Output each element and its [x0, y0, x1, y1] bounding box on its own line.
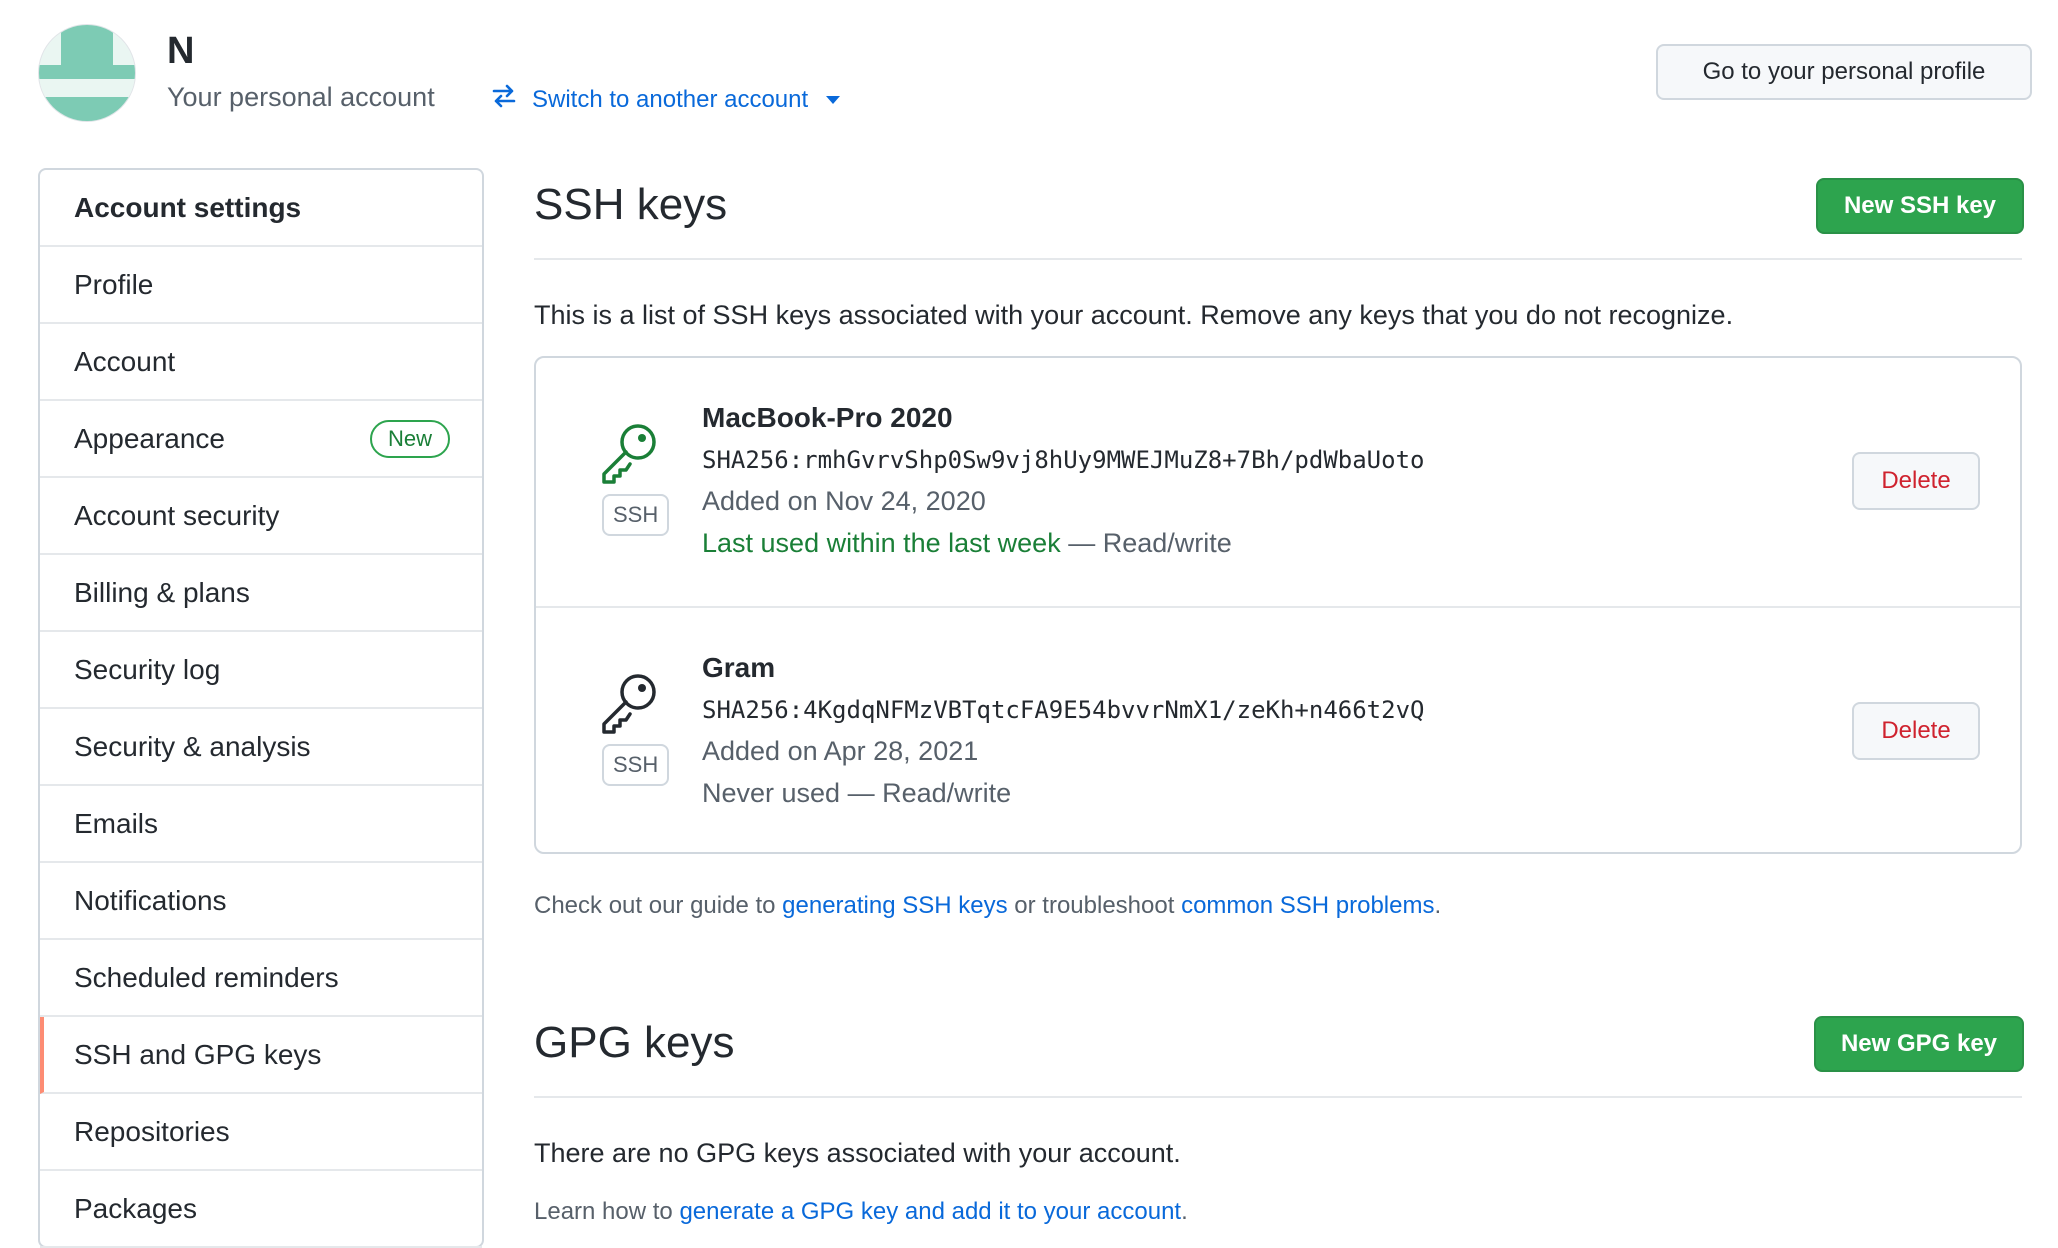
ssh-key-usage: Last used within the last week — Read/wr…: [702, 528, 1232, 559]
sidebar-item-packages[interactable]: Packages: [40, 1171, 482, 1248]
new-ssh-key-button[interactable]: New SSH key: [1816, 178, 2024, 234]
sidebar-item-label: Security log: [74, 653, 221, 685]
learn-prefix: Learn how to: [534, 1198, 680, 1225]
sidebar-item-label: Appearance: [74, 422, 226, 454]
ssh-guide-text: Check out our guide to generating SSH ke…: [534, 892, 1441, 920]
sidebar-item-billing[interactable]: Billing & plans: [40, 555, 482, 632]
gpg-empty-text: There are no GPG keys associated with yo…: [534, 1138, 1181, 1168]
user-name: N: [167, 30, 195, 72]
sidebar-item-account-security[interactable]: Account security: [40, 478, 482, 555]
sidebar-item-label: Packages: [74, 1192, 197, 1224]
guide-prefix: Check out our guide to: [534, 892, 783, 919]
generating-ssh-keys-link[interactable]: generating SSH keys: [782, 892, 1007, 919]
ssh-key-last-used: Never used: [702, 778, 841, 808]
ssh-key-added-date: Added on Apr 28, 2021: [702, 736, 979, 766]
gpg-learn-text: Learn how to generate a GPG key and add …: [534, 1198, 1188, 1226]
key-icon: [598, 668, 664, 734]
new-badge: New: [369, 419, 450, 458]
sidebar-item-appearance[interactable]: Appearance New: [40, 401, 482, 478]
ssh-key-row: SSH Gram SHA256:4KgdqNFMzVBTqtcFA9E54bvv…: [536, 606, 2020, 856]
learn-suffix: .: [1181, 1198, 1188, 1225]
sidebar-item-profile[interactable]: Profile: [40, 247, 482, 324]
sidebar-item-scheduled-reminders[interactable]: Scheduled reminders: [40, 940, 482, 1017]
avatar[interactable]: [38, 24, 136, 122]
sidebar-item-repositories[interactable]: Repositories: [40, 1094, 482, 1171]
ssh-key-fingerprint: SHA256:rmhGvrvShp0Sw9vj8hUy9MWEJMuZ8+7Bh…: [702, 446, 1425, 474]
ssh-key-usage: Never used — Read/write: [702, 778, 1011, 809]
switch-account-label: Switch to another account: [532, 85, 809, 113]
new-gpg-key-button[interactable]: New GPG key: [1814, 1016, 2024, 1072]
sidebar-item-label: Repositories: [74, 1115, 230, 1147]
sidebar-item-label: Account security: [74, 499, 280, 531]
settings-sidebar: Account settings Profile Account Appeara…: [38, 168, 484, 1248]
sidebar-item-label: Security & analysis: [74, 730, 311, 762]
switch-arrows-icon: [490, 82, 518, 117]
sidebar-item-notifications[interactable]: Notifications: [40, 863, 482, 940]
sidebar-header: Account settings: [40, 170, 482, 247]
guide-suffix: .: [1434, 892, 1442, 919]
switch-account-button[interactable]: Switch to another account: [490, 82, 841, 117]
sidebar-item-security-analysis[interactable]: Security & analysis: [40, 709, 482, 786]
ssh-key-row: SSH MacBook-Pro 2020 SHA256:rmhGvrvShp0S…: [536, 358, 2020, 606]
delete-ssh-key-button[interactable]: Delete: [1852, 452, 1980, 510]
sidebar-item-label: Account: [74, 345, 176, 377]
key-icon: [598, 418, 664, 484]
ssh-key-added-date: Added on Nov 24, 2020: [702, 486, 986, 516]
gpg-divider: [534, 1096, 2022, 1098]
ssh-divider: [534, 258, 2022, 260]
sidebar-item-account[interactable]: Account: [40, 324, 482, 401]
gpg-keys-heading: GPG keys: [534, 1018, 735, 1067]
ssh-key-access: — Read/write: [840, 778, 1012, 808]
sidebar-item-label: Profile: [74, 268, 154, 300]
sidebar-header-label: Account settings: [74, 191, 302, 223]
go-to-profile-button[interactable]: Go to your personal profile: [1656, 44, 2032, 100]
common-ssh-problems-link[interactable]: common SSH problems: [1181, 892, 1434, 919]
ssh-type-label: SSH: [602, 744, 670, 786]
ssh-key-fingerprint: SHA256:4KgdqNFMzVBTqtcFA9E54bvvrNmX1/zeK…: [702, 696, 1425, 724]
ssh-keys-heading: SSH keys: [534, 180, 728, 229]
sidebar-item-ssh-gpg-keys[interactable]: SSH and GPG keys: [40, 1017, 482, 1094]
sidebar-item-label: Emails: [74, 807, 159, 839]
caret-down-icon: [826, 95, 841, 104]
ssh-key-access: — Read/write: [1060, 528, 1232, 558]
sidebar-item-label: Billing & plans: [74, 576, 250, 608]
ssh-key-name: Gram: [702, 652, 776, 683]
ssh-type-label: SSH: [602, 494, 670, 536]
ssh-key-list: SSH MacBook-Pro 2020 SHA256:rmhGvrvShp0S…: [534, 356, 2022, 854]
ssh-key-name: MacBook-Pro 2020: [702, 402, 953, 433]
generate-gpg-key-link[interactable]: generate a GPG key and add it to your ac…: [679, 1198, 1181, 1225]
sidebar-item-label: SSH and GPG keys: [74, 1038, 322, 1070]
sidebar-item-emails[interactable]: Emails: [40, 786, 482, 863]
sidebar-item-label: Scheduled reminders: [74, 961, 339, 993]
sidebar-item-security-log[interactable]: Security log: [40, 632, 482, 709]
delete-ssh-key-button[interactable]: Delete: [1852, 702, 1980, 760]
guide-middle: or troubleshoot: [1007, 892, 1182, 919]
account-label: Your personal account: [167, 82, 435, 112]
sidebar-item-label: Notifications: [74, 884, 227, 916]
ssh-description: This is a list of SSH keys associated wi…: [534, 300, 1734, 330]
ssh-key-last-used: Last used within the last week: [702, 528, 1061, 558]
